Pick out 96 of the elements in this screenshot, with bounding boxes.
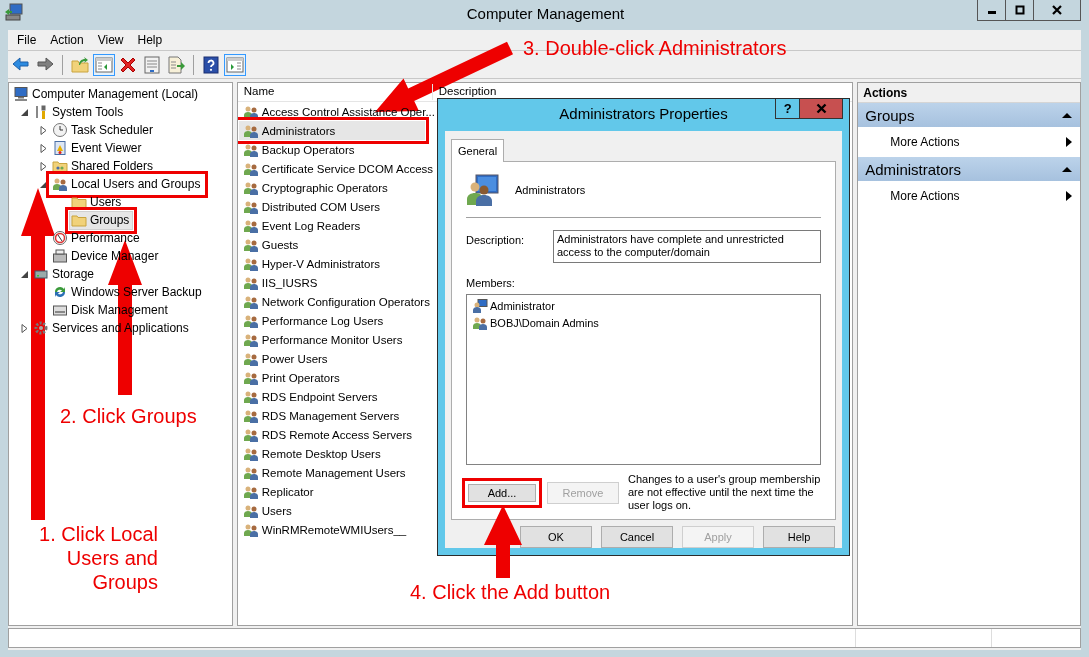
tree-item[interactable]: Local Users and Groups [50, 174, 205, 194]
menu-item[interactable]: File [10, 33, 44, 47]
members-list[interactable]: Administrator BOBJ\Domain Admins [466, 294, 821, 465]
tree-item[interactable]: Storage [31, 264, 99, 284]
export-icon [166, 54, 186, 75]
list-item[interactable]: Performance Log Users [238, 311, 425, 330]
expand-icon[interactable] [39, 143, 48, 153]
folder-icon [71, 212, 87, 228]
list-item[interactable]: Network Configuration Operators [238, 292, 433, 311]
list-item[interactable]: WinRMRemoteWMIUsers__ [238, 520, 425, 539]
expand-icon[interactable] [39, 125, 48, 135]
tools-icon [33, 104, 49, 120]
tree-item[interactable]: Users [69, 192, 126, 212]
annotation-text: 4. Click the Add button [410, 580, 611, 604]
tree-item[interactable]: System Tools [31, 102, 128, 122]
list-item[interactable]: Event Log Readers [238, 216, 425, 235]
note-text: Changes to a user's group membership are not effective until the next time the user logs on. [628, 473, 821, 512]
group-name: Administrators [515, 184, 586, 196]
gauge-icon [52, 230, 68, 246]
menu-item[interactable]: View [90, 33, 131, 47]
users-icon [52, 176, 68, 192]
help-icon [201, 54, 221, 75]
button[interactable]: Add... [462, 478, 542, 508]
list-item[interactable]: BOBJ\Domain Admins [472, 314, 815, 331]
menu-item[interactable]: Action [43, 33, 91, 47]
button[interactable]: Help [763, 526, 835, 548]
clock-icon [52, 122, 68, 138]
close-icon [815, 103, 827, 114]
tab[interactable]: General [451, 139, 505, 162]
list-item[interactable]: IIS_IUSRS [238, 273, 425, 292]
description-field[interactable]: Administrators have complete and unrestricted access to the computer/domain [553, 230, 821, 263]
close-icon [1052, 5, 1062, 15]
shared-folder-icon [52, 158, 68, 174]
backup-icon [52, 284, 68, 300]
action-item[interactable]: More Actions [858, 127, 1080, 157]
collapse-icon[interactable] [20, 269, 29, 279]
expand-icon[interactable] [39, 161, 48, 171]
section-header[interactable]: Groups [858, 103, 1080, 127]
dialog-title: Administrators Properties [558, 104, 729, 122]
list-item[interactable]: Remote Desktop Users [238, 444, 425, 463]
field-label: Description: [466, 233, 526, 246]
action-item[interactable]: More Actions [858, 181, 1080, 211]
column-header[interactable]: Description [432, 84, 497, 98]
tree-item[interactable]: Shared Folders [50, 156, 158, 176]
tree-item[interactable]: Computer Management (Local) [11, 84, 203, 104]
annotation-text: 2. Click Groups [60, 404, 197, 428]
panel-icon [94, 54, 114, 75]
field-label: Members: [466, 277, 516, 289]
menu-item[interactable]: Help [130, 33, 170, 47]
section-title: Administrators [865, 160, 962, 178]
users-icon [466, 173, 500, 207]
expand-icon[interactable] [20, 323, 29, 333]
list-item[interactable]: Remote Management Users [238, 463, 425, 482]
list-item[interactable]: Backup Operators [238, 140, 425, 159]
list-item[interactable]: Users [238, 501, 425, 520]
app-icon [4, 3, 24, 23]
log-icon [52, 140, 68, 156]
button[interactable]: Cancel [601, 526, 673, 548]
list-item[interactable]: RDS Management Servers [238, 406, 425, 425]
gear-icon [33, 320, 49, 336]
section-header[interactable]: Administrators [858, 157, 1080, 181]
list-item[interactable]: Hyper-V Administrators [238, 254, 425, 273]
tree-item[interactable]: Task Scheduler [50, 120, 158, 140]
list-item[interactable]: Cryptographic Operators [238, 178, 425, 197]
annotation-text: 3. Double-click Administrators [523, 36, 787, 60]
section-title: Groups [865, 106, 915, 124]
list-item[interactable]: Print Operators [238, 368, 425, 387]
submenu-icon [1066, 137, 1072, 147]
maximize-icon [1014, 5, 1025, 15]
list-item[interactable]: Guests [238, 235, 425, 254]
user-icon [472, 297, 488, 314]
device-icon [52, 248, 68, 264]
collapse-icon[interactable] [20, 107, 29, 117]
button[interactable]: OK [520, 526, 592, 548]
folder-icon [70, 54, 90, 75]
list-item[interactable]: Power Users [238, 349, 425, 368]
tree-item[interactable]: Performance [50, 228, 144, 248]
properties-icon [142, 54, 162, 75]
computer-icon [13, 86, 29, 102]
tree-item[interactable]: Event Viewer [50, 138, 146, 158]
annotation-text: 1. Click Local Users and Groups [38, 522, 158, 594]
list-item[interactable]: Certificate Service DCOM Access [238, 159, 437, 178]
panel-icon [225, 54, 245, 75]
list-item[interactable]: RDS Remote Access Servers [238, 425, 425, 444]
list-item[interactable]: Replicator [238, 482, 425, 501]
button: Remove [547, 482, 619, 504]
window-title: Computer Management [465, 4, 626, 22]
toolbar-button[interactable] [200, 53, 222, 76]
list-item[interactable]: Performance Monitor Users [238, 330, 425, 349]
button: Apply [682, 526, 754, 548]
list-item[interactable]: Distributed COM Users [238, 197, 425, 216]
pane-title: Actions [858, 83, 1080, 103]
drive-icon [52, 302, 68, 318]
submenu-icon [1066, 191, 1072, 201]
list-item[interactable]: Administrator [472, 297, 815, 314]
list-item[interactable]: RDS Endpoint Servers [238, 387, 425, 406]
